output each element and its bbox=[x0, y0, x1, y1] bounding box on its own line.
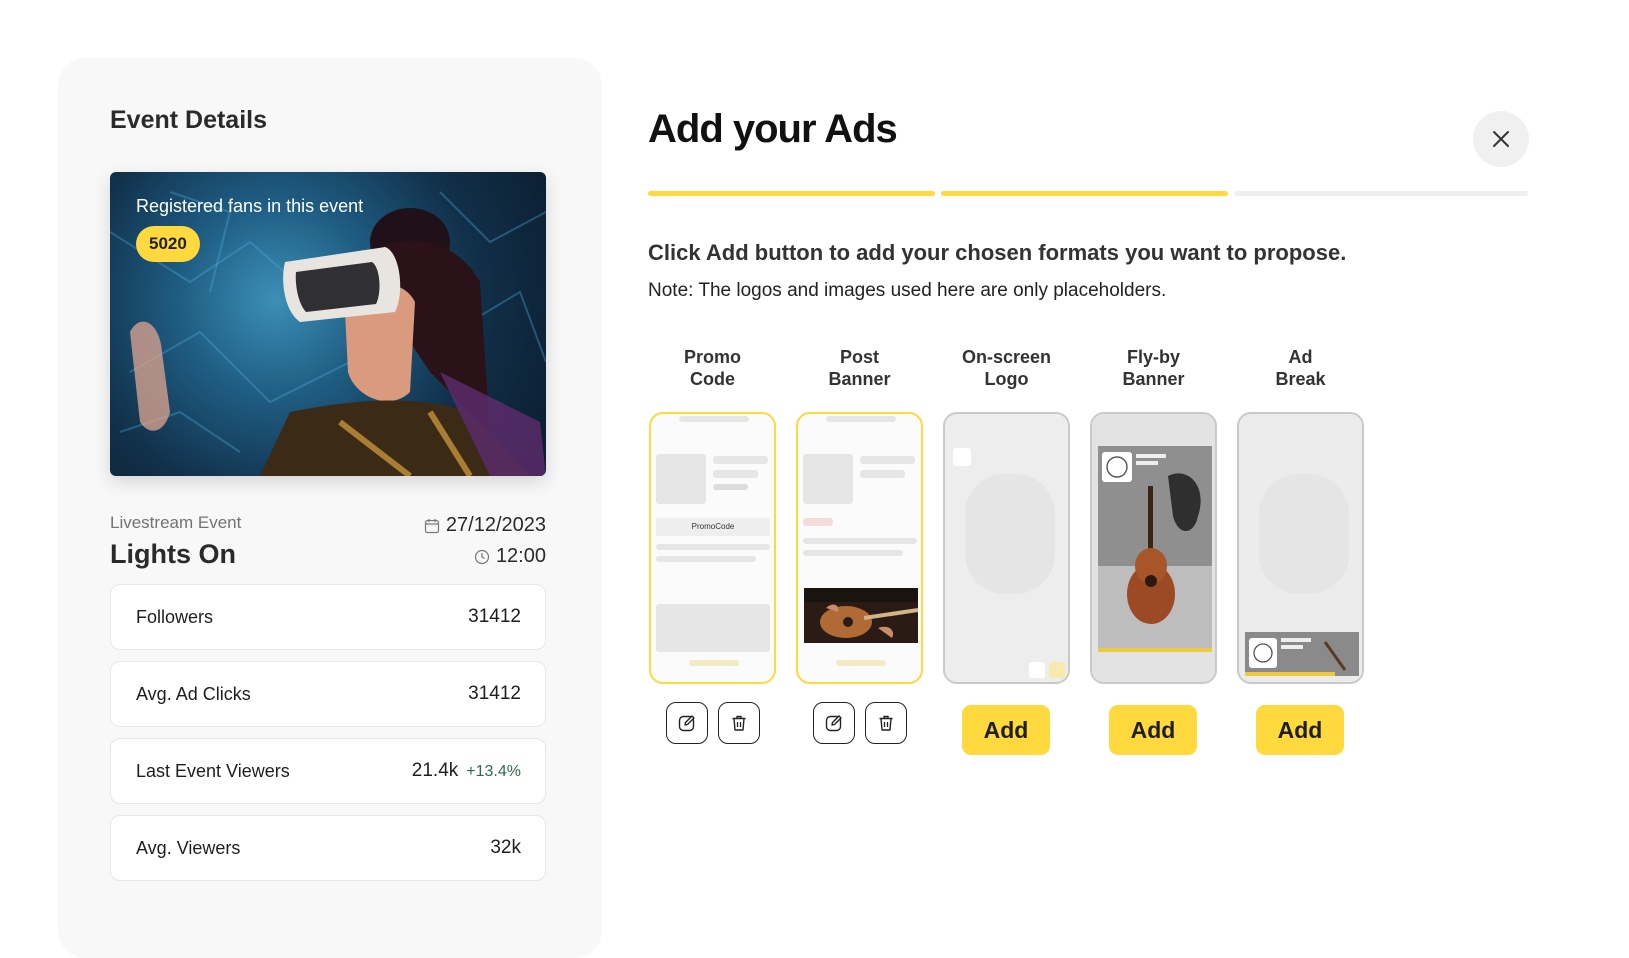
delete-button[interactable] bbox=[864, 702, 907, 744]
format-label: On-screen Logo bbox=[961, 347, 1052, 389]
format-post-banner: Post Banner bbox=[796, 346, 923, 744]
format-label: Promo Code bbox=[683, 347, 741, 389]
stat-last-event-viewers: Last Event Viewers 21.4k +13.4% bbox=[110, 738, 546, 804]
event-date-value: 27/12/2023 bbox=[445, 514, 546, 536]
stat-value: 31412 bbox=[468, 606, 521, 627]
event-details-panel: Event Details Registered fans in this ev… bbox=[58, 58, 602, 958]
format-label: Ad Break bbox=[1275, 347, 1326, 389]
format-preview bbox=[1237, 412, 1364, 684]
event-time-value: 12:00 bbox=[495, 545, 546, 567]
instructions-text: Click Add button to add your chosen form… bbox=[648, 240, 1347, 265]
format-fly-by-banner: Fly-by Banner Add bbox=[1090, 346, 1217, 755]
ad-break-banner bbox=[1245, 632, 1359, 676]
stat-followers: Followers 31412 bbox=[110, 584, 546, 650]
stat-label: Avg. Ad Clicks bbox=[136, 683, 251, 704]
close-icon bbox=[1493, 131, 1509, 147]
fans-label: Registered fans in this event bbox=[136, 196, 364, 216]
format-preview bbox=[796, 412, 923, 684]
progress-step-1 bbox=[648, 191, 935, 196]
stat-value: 21.4k bbox=[411, 760, 459, 781]
format-actions bbox=[649, 702, 776, 744]
vr-person-illustration bbox=[110, 191, 546, 476]
event-date: 27/12/2023 bbox=[424, 514, 546, 537]
stat-value: 31412 bbox=[468, 683, 521, 704]
edit-button[interactable] bbox=[812, 702, 855, 744]
progress-step-2 bbox=[941, 191, 1228, 196]
fans-count-badge: 5020 bbox=[136, 226, 200, 262]
progress-step-3 bbox=[1234, 191, 1528, 196]
format-label: Post Banner bbox=[828, 347, 891, 389]
stat-label: Followers bbox=[136, 606, 214, 627]
delete-button[interactable] bbox=[717, 702, 760, 744]
guitar-photo bbox=[804, 588, 918, 643]
format-preview bbox=[1090, 412, 1217, 684]
format-on-screen-logo: On-screen Logo Add bbox=[943, 346, 1070, 755]
calendar-icon bbox=[424, 518, 439, 533]
panel-title: Event Details bbox=[110, 106, 268, 134]
stat-avg-viewers: Avg. Viewers 32k bbox=[110, 815, 546, 881]
close-button[interactable] bbox=[1473, 111, 1529, 167]
fly-by-banner-image bbox=[1098, 446, 1212, 652]
trash-icon bbox=[879, 715, 892, 731]
event-name: Lights On bbox=[110, 539, 236, 569]
page-title: Add your Ads bbox=[648, 107, 898, 151]
stat-label: Avg. Viewers bbox=[136, 837, 241, 858]
format-actions bbox=[796, 702, 923, 744]
stat-label: Last Event Viewers bbox=[136, 760, 290, 781]
edit-button[interactable] bbox=[665, 702, 708, 744]
format-preview: PromoCode bbox=[649, 412, 776, 684]
promo-code-preview: PromoCode bbox=[656, 518, 770, 536]
format-promo-code: Promo Code PromoCode bbox=[649, 346, 776, 744]
format-ad-break: Ad Break Add bbox=[1237, 346, 1364, 755]
clock-icon bbox=[474, 549, 490, 564]
trash-icon bbox=[732, 715, 745, 731]
stat-value: 32k bbox=[490, 837, 521, 858]
add-button[interactable]: Add bbox=[1256, 705, 1344, 755]
stat-delta: +13.4% bbox=[466, 763, 521, 780]
stat-avg-ad-clicks: Avg. Ad Clicks 31412 bbox=[110, 661, 546, 727]
format-label: Fly-by Banner bbox=[1122, 347, 1185, 389]
edit-icon bbox=[825, 715, 842, 732]
edit-icon bbox=[678, 715, 695, 732]
add-button[interactable]: Add bbox=[1109, 705, 1197, 755]
event-type: Livestream Event bbox=[110, 513, 242, 532]
format-preview bbox=[943, 412, 1070, 684]
note-text: Note: The logos and images used here are… bbox=[648, 280, 1167, 301]
event-time: 12:00 bbox=[474, 545, 546, 568]
add-button[interactable]: Add bbox=[962, 705, 1050, 755]
event-hero-image: Registered fans in this event 5020 bbox=[110, 172, 546, 476]
